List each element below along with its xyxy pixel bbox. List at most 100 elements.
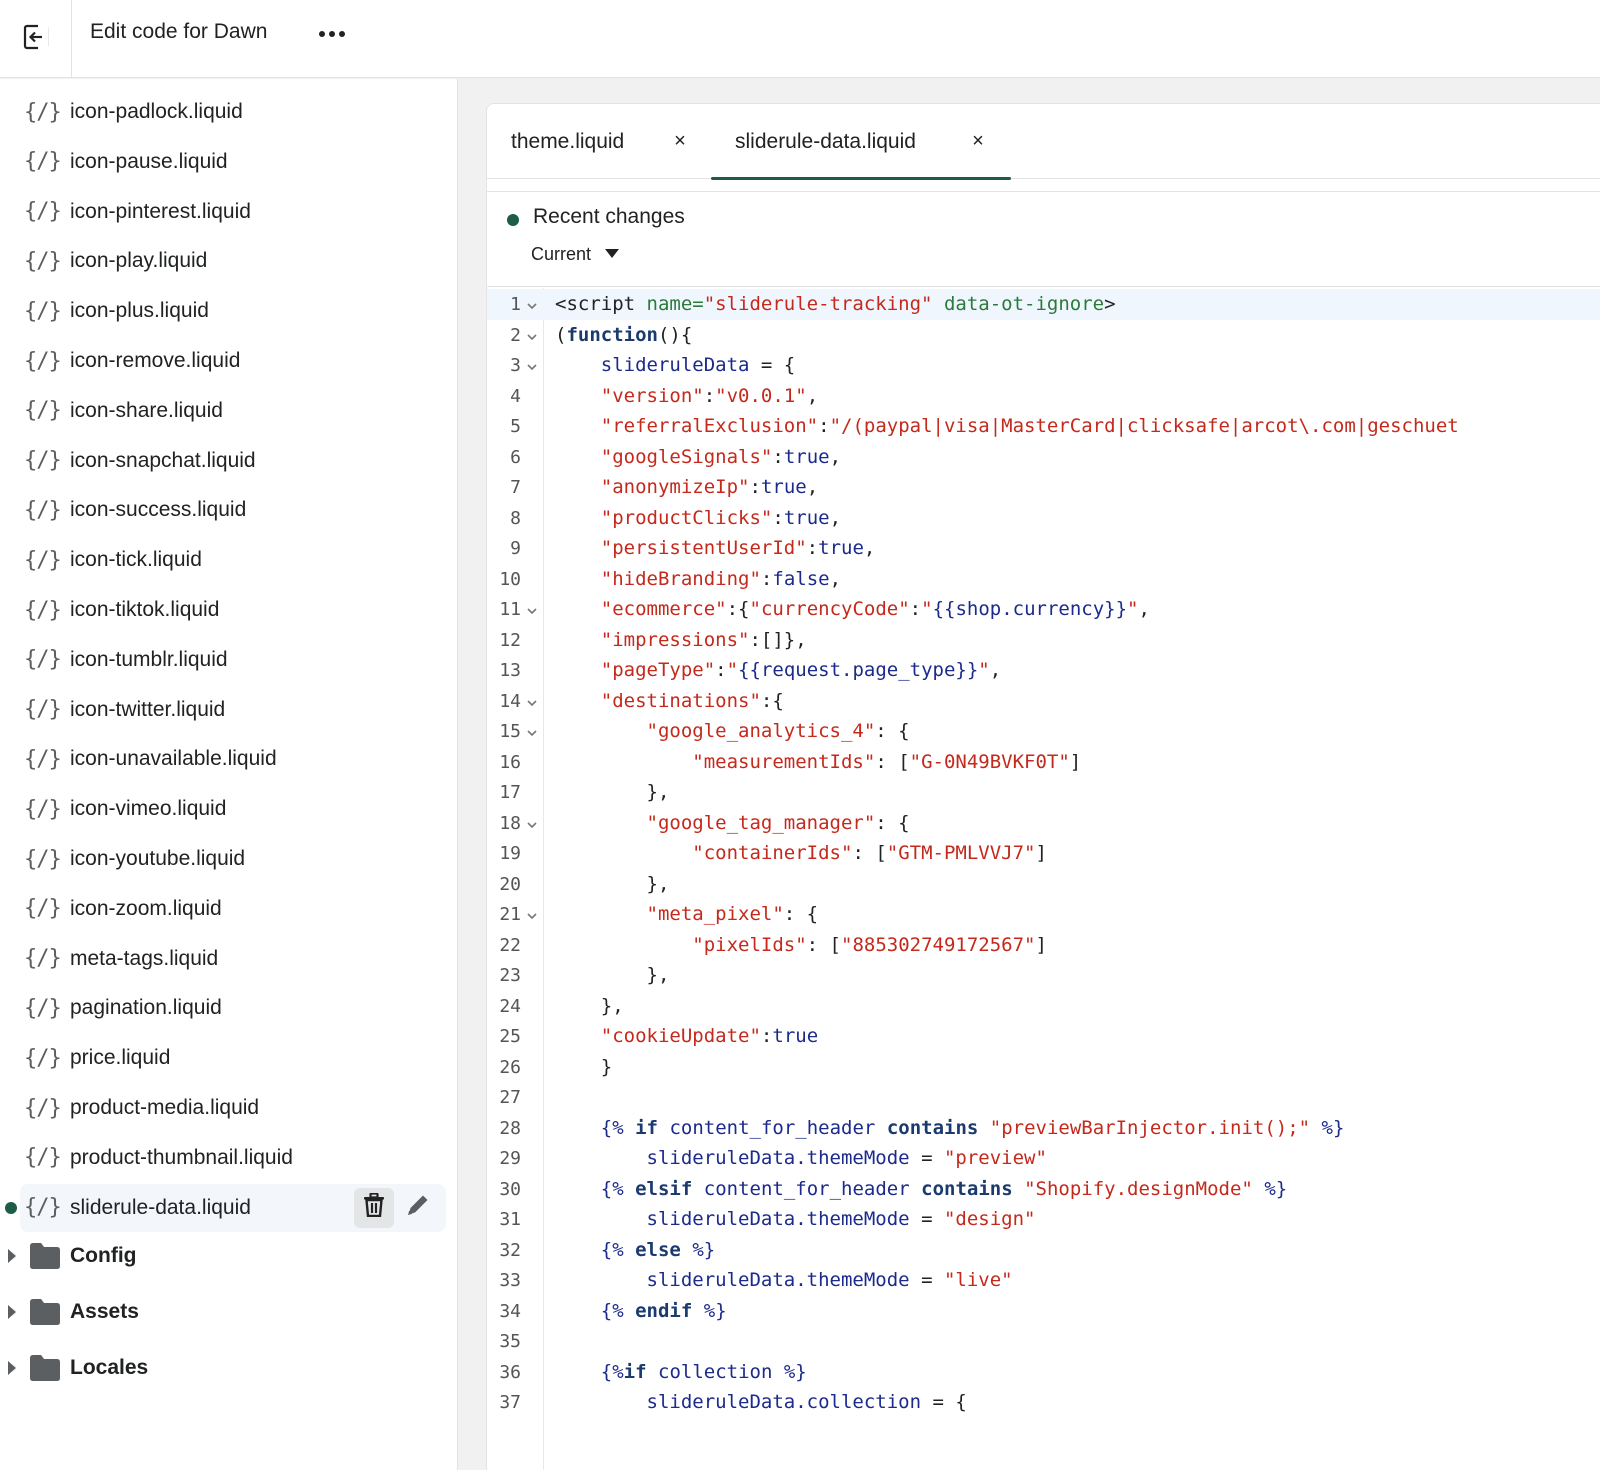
- line-number: 27: [499, 1087, 521, 1108]
- code-line: 1 <script name="sliderule-tracking" data-…: [487, 289, 1600, 320]
- code-line: 28 {% if content_for_header contains "pr…: [487, 1113, 1600, 1144]
- code-text: "version":"v0.0.1",: [600, 384, 819, 407]
- file-item[interactable]: {/} icon-unavailable.liquid: [20, 735, 446, 783]
- file-name: icon-zoom.liquid: [70, 896, 222, 920]
- more-actions-button[interactable]: [316, 22, 348, 46]
- file-item[interactable]: {/} meta-tags.liquid: [20, 935, 446, 983]
- file-item[interactable]: {/} icon-plus.liquid: [20, 287, 446, 335]
- close-tab-theme-liquid-button[interactable]: ×: [667, 128, 693, 154]
- file-item[interactable]: {/} sliderule-data.liquid: [20, 1183, 446, 1232]
- file-item[interactable]: {/} icon-pinterest.liquid: [20, 188, 446, 236]
- code-text: {% endif %}: [600, 1299, 727, 1322]
- caret-right-icon: [0, 1249, 24, 1263]
- file-item[interactable]: {/} icon-share.liquid: [20, 387, 446, 435]
- line-number: 17: [499, 782, 521, 803]
- file-item[interactable]: {/} icon-pause.liquid: [20, 138, 446, 186]
- file-item[interactable]: {/} icon-snapchat.liquid: [20, 437, 446, 485]
- liquid-file-icon: {/}: [24, 99, 62, 125]
- code-line: 5 "referralExclusion":"/(paypal|visa|Mas…: [487, 411, 1600, 442]
- code-line: 15 "google_analytics_4": {: [487, 716, 1600, 747]
- code-text: (function(){: [555, 323, 693, 346]
- file-tree-sidebar: {/} icon-padlock.liquid {/} icon-pause.liqu…: [0, 79, 458, 1470]
- code-text: "persistentUserId":true,: [600, 537, 876, 559]
- version-select[interactable]: Current: [531, 240, 620, 268]
- folder-name: Assets: [70, 1300, 139, 1323]
- line-number: 3: [510, 355, 521, 376]
- code-line: 7 "anonymizeIp":true,: [487, 472, 1600, 503]
- line-number: 32: [499, 1239, 521, 1261]
- caret-right-icon: [0, 1305, 24, 1319]
- folder-locales[interactable]: Locales: [0, 1343, 446, 1393]
- file-name: product-thumbnail.liquid: [70, 1145, 293, 1169]
- file-item[interactable]: {/} icon-tiktok.liquid: [20, 586, 446, 634]
- file-item[interactable]: {/} icon-vimeo.liquid: [20, 785, 446, 833]
- code-text: "containerIds": ["GTM-PMLVVJ7"]: [692, 842, 1047, 864]
- rename-file-button[interactable]: [398, 1188, 438, 1228]
- page-title: Edit code for Dawn: [90, 20, 268, 43]
- file-item[interactable]: {/} icon-success.liquid: [20, 486, 446, 534]
- code-editor[interactable]: 1 <script name="sliderule-tracking" data-…: [487, 288, 1600, 1470]
- liquid-file-icon: {/}: [24, 1145, 62, 1171]
- version-select-value: Current: [531, 243, 592, 264]
- code-line: 14 "destinations":{: [487, 686, 1600, 717]
- file-name: icon-share.liquid: [70, 398, 223, 422]
- line-number: 23: [499, 965, 521, 986]
- file-item[interactable]: {/} pagination.liquid: [20, 984, 446, 1032]
- file-item[interactable]: {/} price.liquid: [20, 1034, 446, 1082]
- code-line: 6 "googleSignals":true,: [487, 442, 1600, 473]
- close-icon: ×: [674, 129, 686, 152]
- code-line: 19 "containerIds": ["GTM-PMLVVJ7"]: [487, 838, 1600, 869]
- liquid-file-icon: {/}: [24, 1095, 62, 1121]
- file-name: icon-success.liquid: [70, 498, 247, 522]
- tab-label: theme.liquid: [511, 129, 625, 153]
- file-name: sliderule-data.liquid: [70, 1195, 251, 1219]
- file-item[interactable]: {/} icon-twitter.liquid: [20, 686, 446, 734]
- line-number: 28: [499, 1117, 521, 1139]
- close-tab-sliderule-data-button[interactable]: ×: [965, 128, 991, 154]
- code-line: 25 "cookieUpdate":true: [487, 1021, 1600, 1052]
- code-line: 23 },: [487, 960, 1600, 991]
- line-number: 13: [499, 660, 521, 681]
- file-item[interactable]: {/} icon-tick.liquid: [20, 536, 446, 584]
- file-name: icon-snapchat.liquid: [70, 448, 256, 472]
- code-text: "pageType":"{{request.page_type}}",: [600, 659, 1002, 681]
- code-line: 37 slideruleData.collection = {: [487, 1387, 1600, 1418]
- code-text: {% else %}: [600, 1238, 716, 1261]
- folder-icon: [24, 1243, 70, 1269]
- file-item[interactable]: {/} icon-zoom.liquid: [20, 885, 446, 933]
- file-name: product-media.liquid: [70, 1096, 260, 1119]
- file-name: icon-twitter.liquid: [70, 697, 226, 721]
- code-line: 33 slideruleData.themeMode = "live": [487, 1265, 1600, 1296]
- file-item[interactable]: {/} icon-youtube.liquid: [20, 835, 446, 883]
- file-item[interactable]: {/} product-thumbnail.liquid: [20, 1134, 446, 1182]
- file-name: icon-pinterest.liquid: [70, 199, 251, 223]
- file-name: icon-tiktok.liquid: [70, 598, 220, 621]
- file-item[interactable]: {/} product-media.liquid: [20, 1084, 446, 1132]
- liquid-file-icon: {/}: [24, 597, 62, 623]
- file-item[interactable]: {/} icon-remove.liquid: [20, 337, 446, 385]
- line-number: 24: [499, 995, 521, 1017]
- file-item[interactable]: {/} icon-tumblr.liquid: [20, 636, 446, 684]
- folder-assets[interactable]: Assets: [0, 1287, 446, 1337]
- folder-config[interactable]: Config: [0, 1231, 446, 1281]
- line-number: 11: [499, 599, 521, 620]
- delete-file-button[interactable]: [354, 1187, 394, 1228]
- code-text: slideruleData.themeMode = "live": [646, 1269, 1013, 1291]
- liquid-file-icon: {/}: [24, 647, 62, 673]
- code-text: "impressions":[]},: [600, 628, 807, 651]
- code-text: "anonymizeIp":true,: [600, 476, 819, 498]
- code-line: 18 "google_tag_manager": {: [487, 808, 1600, 839]
- code-text: slideruleData = {: [600, 354, 796, 376]
- file-item[interactable]: {/} icon-padlock.liquid: [20, 88, 446, 136]
- line-number: 15: [499, 721, 521, 742]
- line-number: 34: [499, 1300, 521, 1322]
- line-number: 30: [499, 1178, 521, 1200]
- line-number: 37: [499, 1392, 521, 1413]
- code-text: "googleSignals":true,: [600, 445, 842, 468]
- code-line: 30 {% elsif content_for_header contains …: [487, 1174, 1600, 1205]
- code-text: "measurementIds": ["G-0N49BVKF0T"]: [692, 750, 1082, 773]
- code-text: "destinations":{: [600, 689, 784, 712]
- line-number: 35: [499, 1331, 521, 1352]
- file-item[interactable]: {/} icon-play.liquid: [20, 237, 446, 285]
- exit-editor-button[interactable]: [0, 0, 72, 78]
